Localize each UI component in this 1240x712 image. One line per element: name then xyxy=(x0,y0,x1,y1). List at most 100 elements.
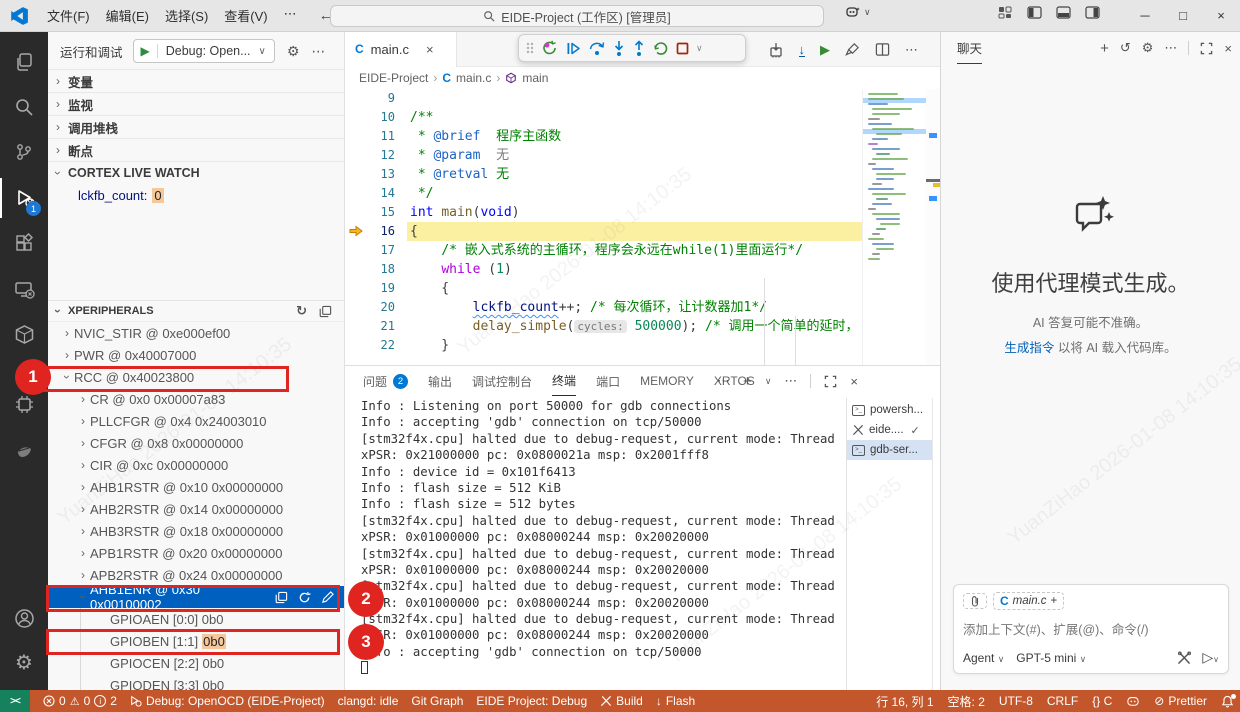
xperipherals-item[interactable]: GPIOBEN [1:1]0b0 xyxy=(48,630,344,652)
indentation[interactable]: 空格: 2 xyxy=(948,693,985,710)
toggle-panel-icon[interactable] xyxy=(1056,6,1071,19)
context-file-chip[interactable]: C main.c + xyxy=(993,592,1064,610)
flash-button[interactable]: ↓ Flash xyxy=(656,694,695,708)
breadcrumb-project[interactable]: EIDE-Project xyxy=(359,71,428,85)
extensions-icon[interactable] xyxy=(0,224,48,264)
copilot-status[interactable] xyxy=(1126,695,1140,707)
reset-device-icon[interactable] xyxy=(541,39,559,57)
section-cortex-live-watch[interactable]: › CORTEX LIVE WATCH xyxy=(48,161,344,184)
chat-placeholder[interactable]: 添加上下文(#)、扩展(@)、命令(/) xyxy=(963,619,1219,638)
settings-gear-icon[interactable]: ⚙ xyxy=(0,642,48,682)
close-panel-icon[interactable]: × xyxy=(850,374,858,389)
live-watch-variable[interactable]: lckfb_count: 0 xyxy=(48,184,344,207)
debug-status[interactable]: Debug: OpenOCD (EIDE-Project) xyxy=(130,694,325,708)
step-into-icon[interactable] xyxy=(612,40,626,57)
debug-settings-icon[interactable]: ⚙ xyxy=(287,43,300,60)
model-picker[interactable]: GPT-5 mini ∨ xyxy=(1016,651,1086,665)
eide-package-icon[interactable] xyxy=(0,314,48,354)
terminal-list-item[interactable]: >_gdb-ser... xyxy=(847,440,932,460)
xperipherals-item[interactable]: ›CIR @ 0xc 0x00000000 xyxy=(48,454,344,476)
xperipherals-item[interactable]: ›PLLCFGR @ 0x4 0x24003010 xyxy=(48,410,344,432)
xperipherals-item[interactable]: ›AHB1RSTR @ 0x10 0x00000000 xyxy=(48,476,344,498)
xperipherals-item[interactable]: ›AHB1ENR @ 0x30 0x00100002 xyxy=(48,586,344,608)
chat-input-box[interactable]: C main.c + 添加上下文(#)、扩展(@)、命令(/) Agent ∨ … xyxy=(953,584,1229,674)
maximize-panel-icon[interactable] xyxy=(824,375,837,388)
clangd-status[interactable]: clangd: idle xyxy=(338,694,399,708)
terminal-list-item[interactable]: eide....✓ xyxy=(847,420,932,440)
xperipherals-item[interactable]: ›NVIC_STIR @ 0xe000ef00 xyxy=(48,322,344,344)
language-mode[interactable]: {} C xyxy=(1092,694,1112,708)
xperipherals-item[interactable]: GPIOCEN [2:2] 0b0 xyxy=(48,652,344,674)
xperipherals-item[interactable]: ›CFGR @ 0x8 0x00000000 xyxy=(48,432,344,454)
eide-project-status[interactable]: EIDE Project: Debug xyxy=(476,694,587,708)
download-flash-icon[interactable]: ↓ xyxy=(799,43,806,57)
xperipherals-item[interactable]: ›AHB3RSTR @ 0x18 0x00000000 xyxy=(48,520,344,542)
problems-status[interactable]: 0 ⚠ 0 i 2 xyxy=(43,694,117,708)
run-file-icon[interactable]: ▶ xyxy=(820,42,830,58)
copilot-button[interactable]: ∨ xyxy=(845,5,871,19)
panel-tab-MEMORY[interactable]: MEMORY xyxy=(640,366,694,396)
debug-section[interactable]: ›调用堆栈 xyxy=(48,115,344,138)
overview-ruler[interactable] xyxy=(926,89,940,365)
encoding[interactable]: UTF-8 xyxy=(999,694,1033,708)
new-chat-icon[interactable]: + xyxy=(1100,40,1109,57)
refresh-icon[interactable] xyxy=(298,591,311,604)
panel-tab-终端[interactable]: 终端 xyxy=(552,366,576,396)
step-over-icon[interactable] xyxy=(588,40,606,57)
split-editor-icon[interactable] xyxy=(875,42,890,57)
code-area[interactable]: 910/**11 * @brief 程序主函数12 * @param 无13 *… xyxy=(345,89,862,365)
xperipherals-item[interactable]: ›RCC @ 0x40023800 xyxy=(48,366,344,388)
git-graph-status[interactable]: Git Graph xyxy=(411,694,463,708)
debug-section[interactable]: ›变量 xyxy=(48,69,344,92)
chat-settings-icon[interactable]: ⚙ xyxy=(1142,40,1154,56)
copy-icon[interactable] xyxy=(275,591,288,604)
build-button[interactable]: Build xyxy=(600,694,643,708)
command-center[interactable]: EIDE-Project (工作区) [管理员] xyxy=(330,5,824,27)
xperipherals-item[interactable]: GPIOAEN [0:0] 0b0 xyxy=(48,608,344,630)
menu-item[interactable]: 查看(V) xyxy=(216,3,275,28)
add-context-icon[interactable]: + xyxy=(1051,595,1058,607)
clean-brush-icon[interactable] xyxy=(845,42,860,57)
new-terminal-icon[interactable]: + xyxy=(743,373,752,390)
attach-context-button[interactable] xyxy=(963,593,987,609)
panel-tab-问题[interactable]: 问题2 xyxy=(363,366,408,396)
edit-icon[interactable] xyxy=(321,591,334,604)
mode-picker[interactable]: Agent ∨ xyxy=(963,651,1004,665)
stop-icon[interactable] xyxy=(675,41,690,56)
eol[interactable]: CRLF xyxy=(1047,694,1078,708)
account-icon[interactable] xyxy=(0,598,48,638)
customize-layout-icon[interactable] xyxy=(998,6,1013,19)
more-actions-icon[interactable]: ⋯ xyxy=(1164,40,1177,56)
tab-main-c[interactable]: C main.c × xyxy=(345,32,457,67)
xperipherals-item[interactable]: ›APB1RSTR @ 0x20 0x00000000 xyxy=(48,542,344,564)
notifications-bell[interactable] xyxy=(1221,695,1234,708)
close-tab-icon[interactable]: × xyxy=(426,42,434,57)
more-actions-icon[interactable]: ⋯ xyxy=(905,42,918,58)
build-chip-icon[interactable] xyxy=(768,42,784,58)
step-out-icon[interactable] xyxy=(632,40,646,57)
menu-item[interactable]: 选择(S) xyxy=(157,3,216,28)
remote-explorer-icon[interactable] xyxy=(0,270,48,310)
xperipherals-item[interactable]: ›PWR @ 0x40007000 xyxy=(48,344,344,366)
chevron-down-icon[interactable]: ∨ xyxy=(696,43,703,54)
refresh-icon[interactable]: ↻ xyxy=(296,303,307,319)
breadcrumb-symbol[interactable]: main xyxy=(522,71,548,85)
terminal-output[interactable]: Info : Listening on port 50000 for gdb c… xyxy=(345,398,845,691)
terminal-list-item[interactable]: >_powersh... xyxy=(847,400,932,420)
remote-indicator[interactable]: >< xyxy=(0,690,30,712)
breadcrumb-file[interactable]: main.c xyxy=(456,71,491,85)
chat-title-tab[interactable]: 聊天 xyxy=(957,32,982,64)
expand-chat-icon[interactable] xyxy=(1200,42,1213,55)
xperipherals-item[interactable]: ›AHB2RSTR @ 0x14 0x00000000 xyxy=(48,498,344,520)
send-icon[interactable]: ▷∨ xyxy=(1202,649,1219,666)
start-debug-icon[interactable]: ▶ xyxy=(134,44,158,58)
xperipherals-header[interactable]: › XPERIPHERALS ↻ xyxy=(48,300,344,322)
debug-section[interactable]: ›断点 xyxy=(48,138,344,161)
more-actions-icon[interactable]: ⋯ xyxy=(311,43,325,60)
minimize-button[interactable]: ─ xyxy=(1126,0,1164,31)
xperipherals-item[interactable]: ›CR @ 0x0 0x00007a83 xyxy=(48,388,344,410)
generate-instructions-link[interactable]: 生成指令 xyxy=(1004,341,1054,355)
tools-icon[interactable] xyxy=(1177,651,1192,665)
open-panel-icon[interactable] xyxy=(319,305,332,318)
minimap[interactable] xyxy=(862,89,926,365)
